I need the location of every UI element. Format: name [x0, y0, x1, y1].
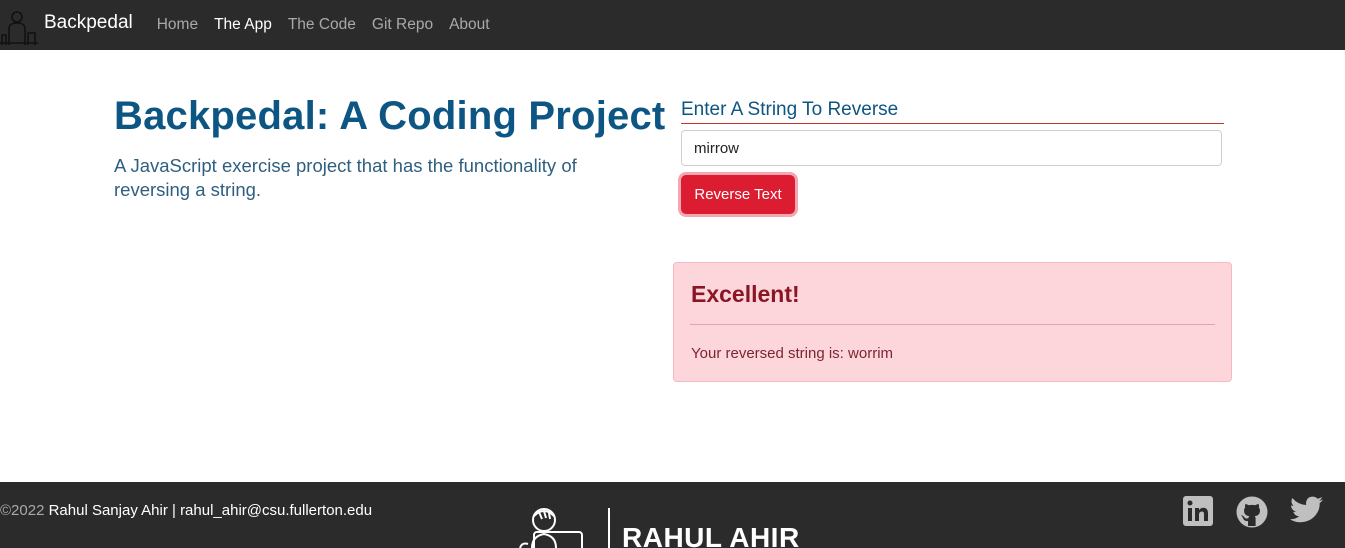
- copyright-year: ©2022: [0, 502, 45, 519]
- nav-the-app[interactable]: The App: [214, 16, 272, 34]
- nav-the-code[interactable]: The Code: [288, 16, 356, 34]
- copyright: ©2022 Rahul Sanjay Ahir | rahul_ahir@csu…: [0, 502, 372, 519]
- logo-divider: [608, 508, 610, 548]
- linkedin-icon[interactable]: [1183, 496, 1213, 526]
- page-title: Backpedal: A Coding Project: [114, 94, 666, 138]
- reversed-result: worrim: [848, 345, 894, 362]
- reverse-text-button[interactable]: Reverse Text: [681, 175, 795, 214]
- nav-about[interactable]: About: [449, 16, 490, 34]
- footer: ©2022 Rahul Sanjay Ahir | rahul_ahir@csu…: [0, 482, 1345, 548]
- string-input[interactable]: [681, 130, 1222, 166]
- top-navbar: Backpedal Home The App The Code Git Repo…: [0, 0, 1345, 50]
- result-alert: Excellent! Your reversed string is: worr…: [673, 262, 1232, 382]
- alert-heading: Excellent!: [691, 281, 800, 307]
- footer-logo-text: RAHUL AHIR: [622, 522, 800, 548]
- input-label: Enter A String To Reverse: [681, 99, 1224, 124]
- nav-home[interactable]: Home: [157, 16, 198, 34]
- nav-git-repo[interactable]: Git Repo: [372, 16, 433, 34]
- brand-logo-icon: [0, 11, 38, 45]
- github-icon[interactable]: [1236, 496, 1268, 528]
- twitter-icon[interactable]: [1290, 496, 1324, 526]
- alert-message: Your reversed string is: worrim: [691, 345, 893, 362]
- brand-name: Backpedal: [44, 12, 133, 33]
- footer-logo: RAHUL AHIR: [518, 506, 800, 548]
- developer-avatar-icon: [519, 508, 583, 548]
- page-subtitle: A JavaScript exercise project that has t…: [114, 155, 577, 200]
- brand[interactable]: Backpedal: [0, 0, 157, 50]
- alert-message-prefix: Your reversed string is:: [691, 345, 849, 362]
- alert-divider: [690, 324, 1215, 325]
- copyright-owner: Rahul Sanjay Ahir | rahul_ahir@csu.fulle…: [48, 502, 373, 519]
